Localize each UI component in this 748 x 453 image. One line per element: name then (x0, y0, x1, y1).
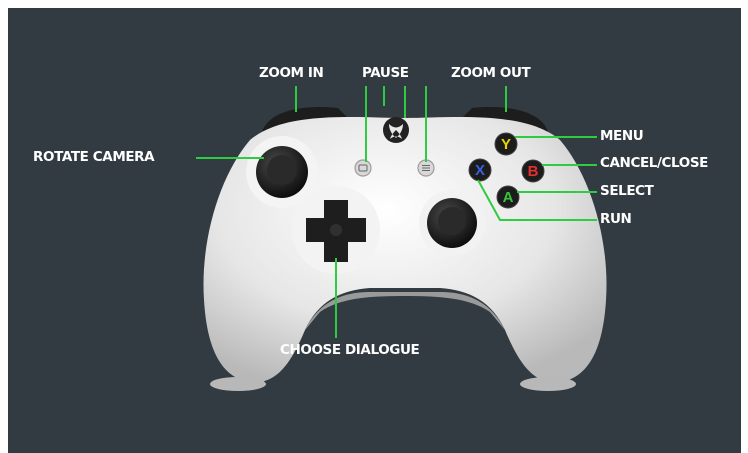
dpad-center (330, 224, 342, 236)
right-stick-top (438, 207, 466, 235)
face-button-a-letter: A (503, 189, 514, 206)
label-zoom-out: ZOOM OUT (451, 65, 531, 81)
label-run: RUN (600, 211, 632, 227)
face-button-a: A (496, 185, 520, 209)
label-menu: MENU (600, 128, 644, 144)
label-pause: PAUSE (362, 65, 409, 81)
view-button (354, 159, 372, 177)
face-button-b: B (521, 159, 545, 183)
left-grip-foot (210, 377, 266, 391)
left-stick-top (267, 155, 297, 185)
face-button-y-letter: Y (501, 136, 511, 153)
right-grip-foot (520, 377, 576, 391)
label-zoom-in: ZOOM IN (259, 65, 324, 81)
label-cancel-close: CANCEL/CLOSE (600, 155, 708, 171)
face-button-y: Y (494, 132, 518, 156)
face-button-b-letter: B (528, 163, 539, 180)
face-button-x: X (468, 158, 492, 182)
face-button-x-letter: X (475, 162, 485, 179)
controller-diagram: Y B A X ZOOM IN PAUSE ZOOM OUT ROTATE CA… (0, 0, 748, 453)
label-select: SELECT (600, 183, 654, 199)
label-rotate-camera: ROTATE CAMERA (33, 149, 155, 165)
label-choose-dialogue: CHOOSE DIALOGUE (280, 342, 420, 358)
